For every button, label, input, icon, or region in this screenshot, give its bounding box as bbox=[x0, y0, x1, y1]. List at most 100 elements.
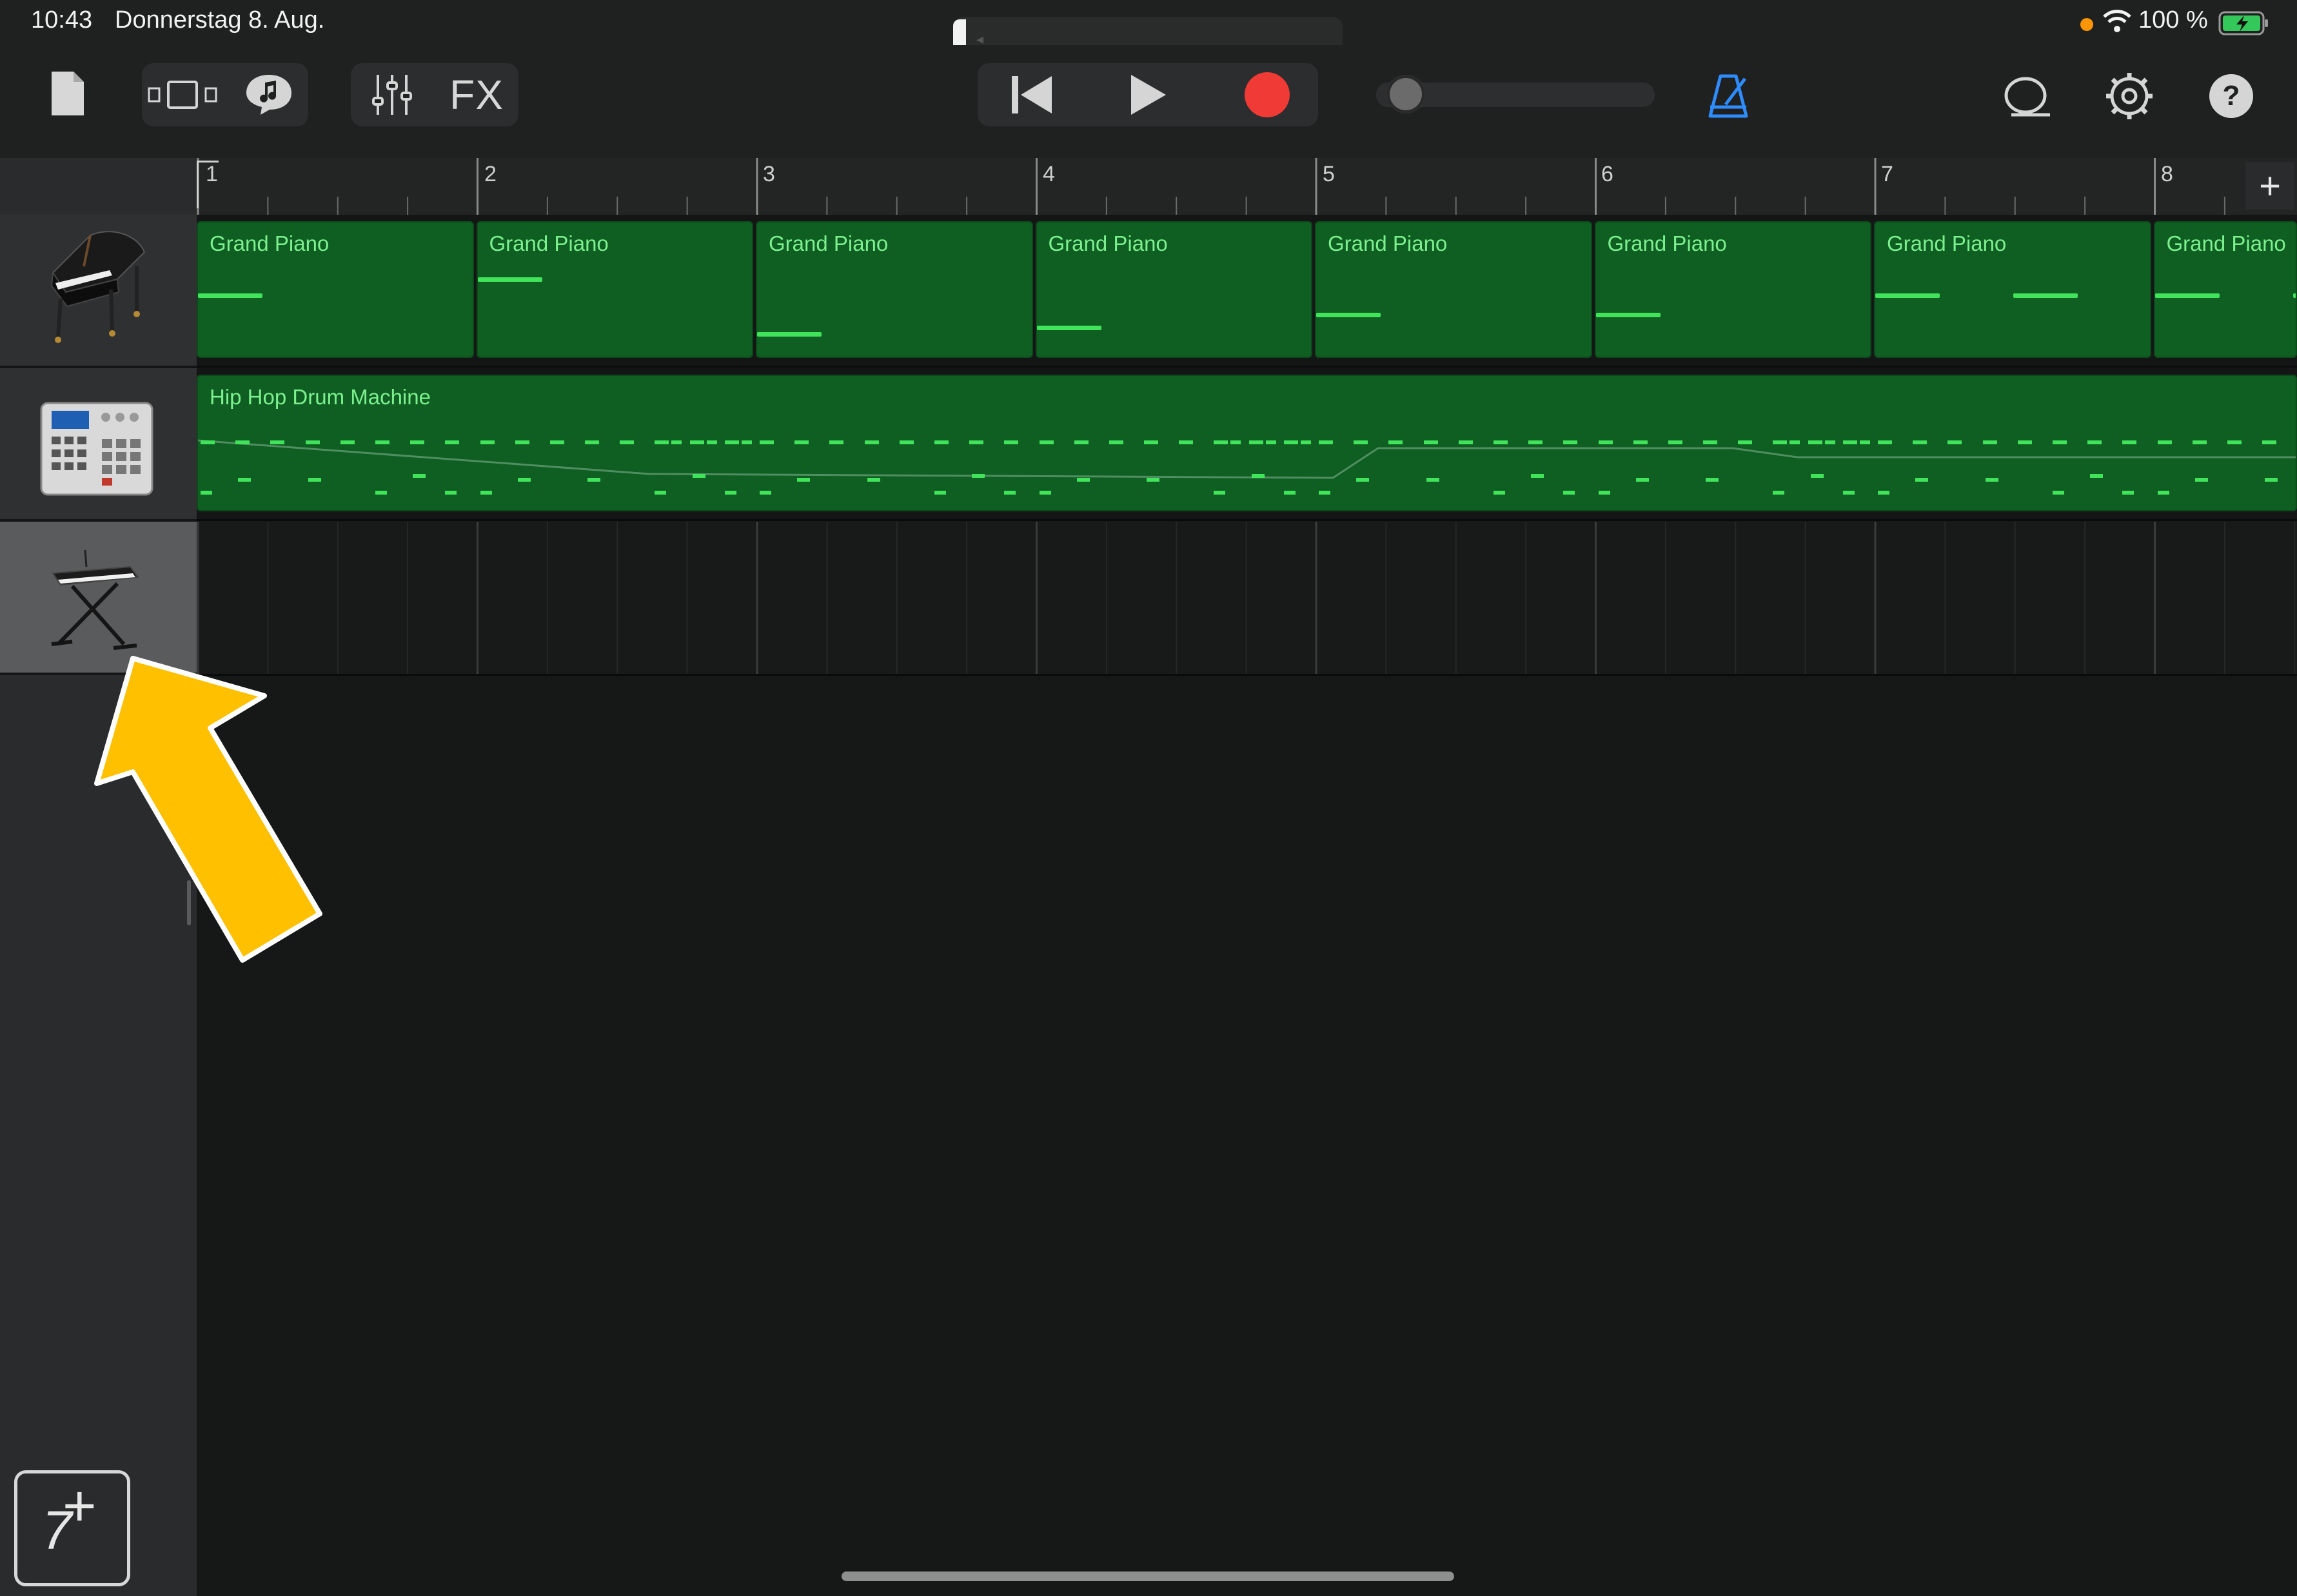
drum-hit bbox=[2192, 440, 2207, 444]
drum-hit bbox=[2227, 440, 2242, 444]
midi-note bbox=[1595, 313, 1661, 317]
region-grand-piano[interactable]: Grand Piano bbox=[1035, 221, 1312, 358]
drum-hit bbox=[741, 440, 752, 444]
drum-hit bbox=[2157, 440, 2172, 444]
home-indicator[interactable] bbox=[842, 1571, 1454, 1581]
add-section-label: + bbox=[2259, 164, 2281, 207]
drum-hit bbox=[1458, 440, 1473, 444]
region-grand-piano[interactable]: Grand Piano bbox=[1315, 221, 1592, 358]
drum-hit bbox=[1214, 491, 1226, 495]
fx-button[interactable]: FX bbox=[435, 63, 518, 126]
help-label: ? bbox=[2222, 80, 2240, 112]
region-label: Grand Piano bbox=[1607, 232, 1727, 255]
play-icon[interactable] bbox=[1096, 63, 1199, 126]
drum-hit bbox=[515, 440, 529, 444]
bar-number-4: 4 bbox=[1043, 162, 1055, 186]
region-grand-piano[interactable]: Grand Piano bbox=[197, 221, 474, 358]
status-bar: 10:43 Donnerstag 8. Aug. ◂ 100 % bbox=[0, 0, 2297, 63]
metronome-icon[interactable] bbox=[1696, 67, 1760, 125]
drum-hit bbox=[1283, 440, 1298, 444]
drum-hit bbox=[201, 491, 212, 495]
drum-hit bbox=[760, 440, 774, 444]
drum-hit bbox=[1810, 474, 1824, 478]
lane-keyboard[interactable] bbox=[197, 522, 2297, 676]
help-icon[interactable]: ? bbox=[2199, 67, 2263, 125]
drum-hit bbox=[706, 440, 717, 444]
drum-hit bbox=[413, 474, 426, 478]
add-section-button[interactable]: + bbox=[2245, 162, 2294, 210]
drum-hit bbox=[1808, 440, 1822, 444]
drum-hit bbox=[1300, 440, 1311, 444]
lane-hip-hop-drum-machine[interactable]: Hip Hop Drum Machine bbox=[197, 368, 2297, 521]
bar-number-3: 3 bbox=[763, 162, 775, 186]
drum-hit bbox=[2017, 440, 2032, 444]
drum-hit bbox=[1563, 491, 1575, 495]
tracks-area[interactable]: Grand Piano Grand Piano Grand Piano Grand P… bbox=[197, 215, 2297, 1596]
drum-hit bbox=[445, 491, 457, 495]
region-hip-hop-drum-machine[interactable]: Hip Hop Drum Machine bbox=[197, 375, 2297, 511]
drum-hit bbox=[1076, 478, 1090, 482]
drum-hit bbox=[1144, 440, 1159, 444]
drum-machine-icon bbox=[39, 400, 155, 500]
midi-note bbox=[477, 277, 542, 282]
drum-hit bbox=[1388, 440, 1403, 444]
bar-number-8: 8 bbox=[2161, 162, 2173, 186]
wifi-icon bbox=[2102, 8, 2132, 37]
beat-grid bbox=[197, 522, 2296, 674]
drum-hit bbox=[1319, 491, 1330, 495]
lane-grand-piano[interactable]: Grand Piano Grand Piano Grand Piano Grand P… bbox=[197, 215, 2297, 368]
browser-icon[interactable] bbox=[143, 63, 222, 126]
drum-hit bbox=[934, 440, 949, 444]
drum-hit bbox=[1265, 440, 1276, 444]
mixer-icon[interactable] bbox=[352, 63, 432, 126]
drum-hit bbox=[899, 440, 914, 444]
drum-hit bbox=[1668, 440, 1682, 444]
loop-browser-icon[interactable] bbox=[1995, 67, 2060, 125]
playhead[interactable] bbox=[197, 161, 219, 208]
volume-slider-knob[interactable] bbox=[1386, 75, 1425, 113]
drum-hit bbox=[864, 440, 879, 444]
loops-icon[interactable] bbox=[230, 63, 308, 126]
drum-hit bbox=[1635, 478, 1649, 482]
drum-hit bbox=[238, 478, 251, 482]
region-grand-piano[interactable]: Grand Piano bbox=[2153, 221, 2297, 358]
track-icon: 7 bbox=[42, 1500, 72, 1561]
track-header-grand-piano[interactable] bbox=[0, 215, 197, 368]
drum-hit bbox=[689, 440, 704, 444]
drum-hit bbox=[480, 491, 492, 495]
drum-hit bbox=[969, 440, 984, 444]
my-songs-icon[interactable] bbox=[45, 64, 90, 123]
drum-hit bbox=[972, 474, 985, 478]
drum-hit bbox=[1598, 491, 1610, 495]
bar-number-7: 7 bbox=[1881, 162, 1893, 186]
drum-hit bbox=[2262, 440, 2277, 444]
go-to-beginning-icon[interactable] bbox=[980, 63, 1083, 126]
status-date: Donnerstag 8. Aug. bbox=[115, 6, 325, 34]
region-label: Grand Piano bbox=[489, 232, 609, 255]
settings-icon[interactable] bbox=[2097, 67, 2162, 125]
yellow-arrow-icon bbox=[90, 648, 335, 974]
drum-hit bbox=[2090, 474, 2104, 478]
drum-hit bbox=[620, 440, 635, 444]
drum-hit bbox=[797, 478, 811, 482]
record-icon[interactable] bbox=[1216, 63, 1318, 126]
region-grand-piano[interactable]: Grand Piano bbox=[756, 221, 1033, 358]
region-grand-piano[interactable]: Grand Piano bbox=[476, 221, 753, 358]
drum-hit bbox=[1356, 478, 1370, 482]
midi-note bbox=[2013, 293, 2078, 298]
region-grand-piano[interactable]: Grand Piano bbox=[1594, 221, 1871, 358]
midi-note bbox=[1036, 326, 1101, 330]
track-header-hip-hop-drum-machine[interactable] bbox=[0, 368, 197, 522]
drum-hit bbox=[671, 440, 682, 444]
region-label: Grand Piano bbox=[1328, 232, 1448, 255]
drum-hit bbox=[480, 440, 495, 444]
region-grand-piano[interactable]: Grand Piano bbox=[1874, 221, 2151, 358]
drum-hit bbox=[1230, 440, 1241, 444]
drum-hit bbox=[2265, 478, 2278, 482]
add-track-button[interactable]: + 7 bbox=[14, 1470, 130, 1586]
midi-note bbox=[757, 332, 822, 337]
region-label: Grand Piano bbox=[1048, 232, 1168, 255]
drum-hit bbox=[1074, 440, 1089, 444]
timeline-ruler[interactable]: 1 2 3 4 5 6 7 8 + bbox=[197, 158, 2297, 217]
drum-hit bbox=[1179, 440, 1194, 444]
